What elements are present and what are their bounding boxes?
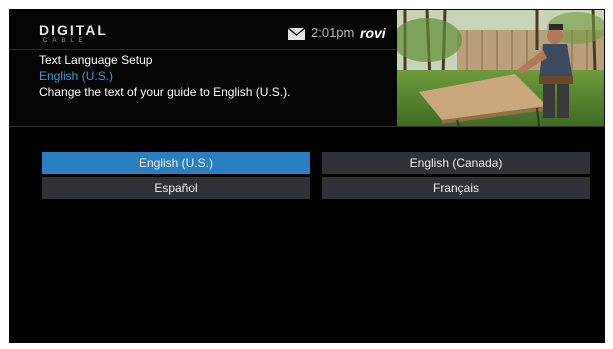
logo-main-text: DIGITAL bbox=[39, 22, 108, 38]
option-espanol[interactable]: Español bbox=[42, 177, 310, 199]
header-divider bbox=[9, 49, 396, 50]
page-title: Text Language Setup bbox=[39, 53, 153, 67]
section-divider bbox=[9, 126, 605, 127]
clock-time: 2:01pm bbox=[311, 25, 355, 40]
header: DIGITAL CABLE 2:01pm rovi Text Language … bbox=[9, 9, 605, 126]
live-video-preview bbox=[397, 10, 604, 126]
selection-description: Change the text of your guide to English… bbox=[39, 85, 291, 99]
option-francais[interactable]: Français bbox=[322, 177, 590, 199]
option-english-us[interactable]: English (U.S.) bbox=[42, 152, 310, 174]
rovi-logo: rovi bbox=[360, 25, 386, 41]
digital-cable-logo: DIGITAL CABLE bbox=[39, 23, 108, 45]
tv-screen: DIGITAL CABLE 2:01pm rovi Text Language … bbox=[9, 9, 605, 343]
logo-sub-text: CABLE bbox=[43, 38, 88, 44]
option-english-canada[interactable]: English (Canada) bbox=[322, 152, 590, 174]
current-selection: English (U.S.) bbox=[39, 69, 114, 83]
mail-icon[interactable] bbox=[288, 28, 305, 40]
